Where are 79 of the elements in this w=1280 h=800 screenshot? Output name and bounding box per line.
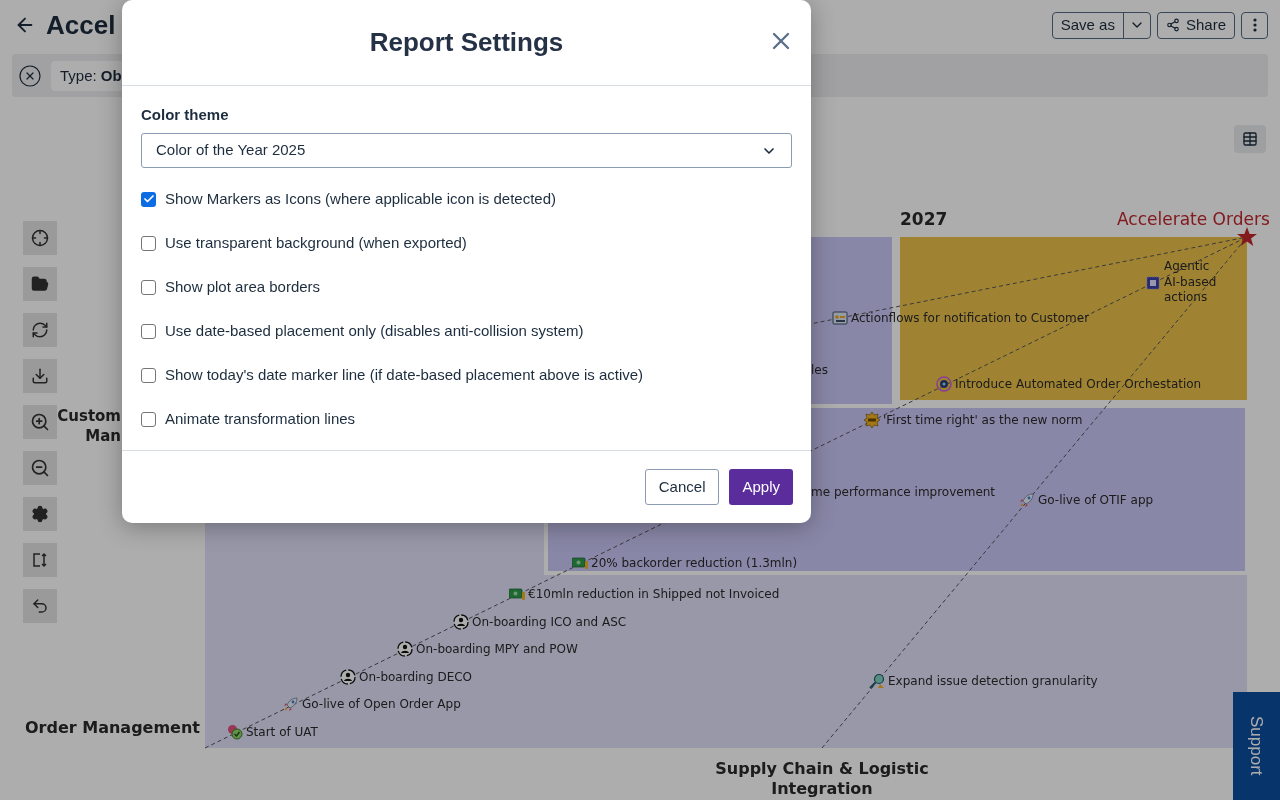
checkbox[interactable]: [141, 191, 156, 207]
check-badge-icon: [227, 724, 243, 740]
milestone-label: me performance improvement: [811, 484, 996, 500]
milestone-label: Start of UAT: [246, 724, 318, 740]
banknote-icon: [572, 555, 588, 571]
cancel-button[interactable]: Cancel: [644, 469, 720, 505]
refresh-icon: [31, 321, 49, 339]
zoom-out-icon: [30, 458, 50, 478]
milestone-label: Go-live of Open Order App: [302, 696, 461, 712]
apply-button[interactable]: Apply: [729, 469, 793, 505]
milestone-label: 20% backorder reduction (1.3mln): [591, 555, 798, 571]
share-icon: [1165, 18, 1180, 32]
theme-select[interactable]: Color of the Year 2025: [141, 133, 792, 168]
user-cycle-icon: [397, 641, 413, 657]
rocket-icon: [1019, 492, 1035, 508]
folder-icon: [31, 275, 49, 293]
refresh-button[interactable]: [23, 313, 57, 347]
column-label: Integration: [771, 779, 873, 799]
milestone-label: Expand issue detection granularity: [888, 673, 1098, 689]
milestone-label: On-boarding MPY and POW: [416, 641, 578, 657]
open-button[interactable]: [23, 267, 57, 301]
more-button[interactable]: [1241, 11, 1268, 39]
checkbox-label: Show today's date marker line (if date-based placement above is active): [165, 364, 644, 385]
new-badge-icon: [864, 412, 880, 428]
checkbox-label: Show plot area borders: [165, 276, 321, 297]
magnifier-icon: [869, 673, 885, 689]
rocket-icon: [283, 696, 299, 712]
zoom-in-button[interactable]: [23, 405, 57, 439]
checkbox[interactable]: [141, 235, 156, 251]
fit-height-icon: [31, 551, 49, 569]
user-cycle-icon: [340, 669, 356, 685]
check-icon: [142, 193, 155, 205]
center-button[interactable]: [23, 221, 57, 255]
checkbox-label: Show Markers as Icons (where applicable icon is detected): [165, 188, 557, 209]
milestone-label: Introduce Automated Order Orchestation: [955, 376, 1202, 392]
clear-filter-icon[interactable]: [18, 63, 42, 88]
table-view-button[interactable]: [1234, 125, 1266, 153]
star-icon: [1237, 227, 1257, 246]
undo-icon: [31, 597, 49, 615]
dialog-title: Report Settings: [369, 26, 564, 59]
column-label: Supply Chain & Logistic: [715, 759, 929, 779]
checkbox-label: Use date-based placement only (disables anti-collision system): [165, 320, 584, 341]
year-label: 2027: [900, 208, 948, 231]
chip-icon: [1145, 275, 1161, 291]
settings-button[interactable]: [23, 497, 57, 531]
row-label: Man: [85, 426, 121, 446]
undo-button[interactable]: [23, 589, 57, 623]
flowchart-icon: [832, 310, 848, 326]
checkbox[interactable]: [141, 367, 156, 383]
download-icon: [31, 367, 49, 385]
share-button[interactable]: Share: [1156, 11, 1235, 39]
more-icon: [1252, 18, 1257, 32]
checkbox[interactable]: [141, 411, 156, 427]
row-label: Custom: [57, 406, 121, 426]
checkbox-label: Use transparent background (when exported): [165, 232, 467, 253]
checkbox[interactable]: [141, 323, 156, 339]
milestone-label: 'First time right' as the new norm: [883, 412, 1083, 428]
support-tab[interactable]: Support: [1233, 692, 1280, 800]
settings-icon: [31, 505, 49, 523]
table-icon: [1242, 131, 1258, 147]
goal-label: Accelerate Orders: [1117, 208, 1270, 231]
download-button[interactable]: [23, 359, 57, 393]
row-label: Order Management: [23, 718, 200, 738]
milestone-label: Agentic AI-based actions: [1164, 259, 1218, 306]
user-cycle-icon: [453, 614, 469, 630]
milestone-label: On-boarding DECO: [359, 669, 473, 685]
zoom-in-icon: [30, 412, 50, 432]
banknote-icon: [509, 586, 525, 602]
page-title: Accel: [46, 8, 116, 42]
milestone-label: €10mln reduction in Shipped not Invoiced: [528, 586, 780, 602]
milestone-label: On-boarding ICO and ASC: [472, 614, 627, 630]
milestone-label: les: [811, 362, 828, 378]
fit-button[interactable]: [23, 543, 57, 577]
checkbox-label: Animate transformation lines: [165, 408, 356, 429]
zoom-out-button[interactable]: [23, 451, 57, 485]
checkbox[interactable]: [141, 279, 156, 295]
milestone-label: Go-live of OTIF app: [1038, 492, 1154, 508]
field-label: Color theme: [141, 106, 230, 124]
crosshair-icon: [31, 229, 49, 247]
